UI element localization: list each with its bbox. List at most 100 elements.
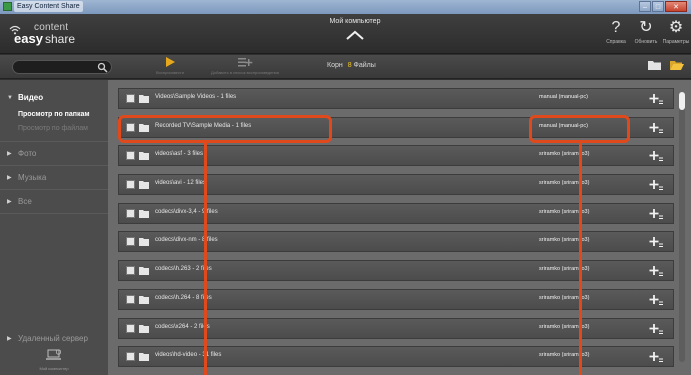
gear-icon: ⚙	[668, 19, 684, 36]
sidebar-item-label: Удаленный сервер	[18, 334, 88, 343]
folder-icon	[139, 295, 149, 304]
folder-icon	[139, 152, 149, 161]
close-button[interactable]: ✕	[665, 1, 687, 12]
add-to-playlist-icon[interactable]	[649, 179, 663, 191]
table-row[interactable]: videos\avi - 12 files sriramko (sriramko…	[118, 174, 674, 196]
add-to-playlist-icon[interactable]	[649, 93, 663, 105]
table-row[interactable]: codecs\h.263 - 2 files sriramko (sriramk…	[118, 260, 674, 282]
row-checkbox[interactable]	[126, 208, 135, 218]
refresh-label: Обновить	[634, 39, 658, 45]
row-checkbox[interactable]	[126, 266, 135, 276]
playlist-add-icon	[205, 56, 285, 70]
add-to-playlist-icon[interactable]	[649, 150, 663, 162]
location-switcher[interactable]: Мой компьютер	[300, 18, 410, 41]
window-title: Easy Content Share	[14, 1, 83, 12]
row-checkbox[interactable]	[126, 237, 135, 247]
breadcrumb-root[interactable]: Корн	[327, 62, 343, 69]
row-folder-name: videos\hd-video - 31 files	[155, 352, 222, 359]
search-icon[interactable]	[97, 62, 108, 73]
add-to-playlist-icon[interactable]	[649, 294, 663, 306]
folder-icon	[139, 324, 149, 333]
logo-easy-word: easy	[14, 31, 43, 46]
row-checkbox[interactable]	[126, 180, 135, 190]
row-checkbox[interactable]	[126, 94, 135, 103]
sidebar-item-all[interactable]: ▶ Все	[0, 190, 108, 214]
table-row[interactable]: codecs\divx-3,4 - 9 files sriramko (srir…	[118, 202, 674, 224]
sidebar-item-browse-folders[interactable]: Просмотр по папкам	[0, 108, 108, 122]
scrollbar-thumb[interactable]	[679, 92, 685, 110]
my-computer-device[interactable]: Мой компьютер	[34, 348, 74, 371]
search-input[interactable]	[12, 60, 112, 74]
collapsed-arrow-icon: ▶	[7, 175, 12, 181]
add-to-playlist-button[interactable]: Добавить в список воспроизведения	[205, 56, 285, 75]
help-label: Справка	[606, 39, 626, 45]
minimize-button[interactable]: –	[639, 1, 651, 12]
refresh-button[interactable]: ↻ Обновить	[631, 17, 661, 53]
sidebar-item-label: Видео	[18, 93, 44, 102]
sidebar: ▼ Видео Просмотр по папкам Просмотр по ф…	[0, 80, 108, 375]
table-row[interactable]: codecs\x264 - 2 files sriramko (sriramko…	[118, 317, 674, 339]
add-to-playlist-icon[interactable]	[649, 265, 663, 277]
play-label: Воспроизвести	[156, 70, 184, 75]
sidebar-item-photo[interactable]: ▶ Фото	[0, 142, 108, 166]
add-to-playlist-icon[interactable]	[649, 122, 663, 134]
app-header: content easy share Мой компьютер ? Справ…	[0, 14, 691, 54]
sidebar-item-remote-server[interactable]: ▶ Удаленный сервер	[0, 330, 108, 348]
help-icon: ?	[611, 19, 621, 36]
location-label: Мой компьютер	[329, 18, 381, 25]
row-folder-name: videos\avi - 12 files	[155, 180, 207, 187]
folder-icon	[139, 181, 149, 190]
add-to-playlist-icon[interactable]	[649, 236, 663, 248]
window-controls: – □ ✕	[639, 1, 687, 12]
computer-icon	[46, 349, 62, 360]
chevron-up-icon[interactable]	[345, 29, 365, 41]
row-checkbox[interactable]	[126, 323, 135, 333]
folder-icon[interactable]	[648, 60, 661, 70]
table-row[interactable]: videos\asf - 3 files sriramko (sriramko3…	[118, 145, 674, 167]
sidebar-item-video[interactable]: ▼ Видео	[0, 88, 108, 108]
folder-icon	[139, 267, 149, 276]
app-icon	[3, 2, 12, 11]
settings-label: Параметры	[662, 39, 690, 45]
settings-button[interactable]: ⚙ Параметры	[661, 17, 691, 53]
table-row[interactable]: codecs\h.264 - 8 files sriramko (sriramk…	[118, 288, 674, 310]
row-checkbox[interactable]	[126, 352, 135, 362]
maximize-button[interactable]: □	[652, 1, 664, 12]
play-icon	[150, 56, 190, 70]
table-row[interactable]: codecs\divx-nm - 8 files sriramko (srira…	[118, 231, 674, 253]
app-window: Easy Content Share – □ ✕ content easy sh…	[0, 0, 691, 375]
row-checkbox[interactable]	[126, 151, 135, 161]
folder-icon	[139, 95, 149, 103]
collapsed-arrow-icon: ▶	[7, 151, 12, 157]
sidebar-item-music[interactable]: ▶ Музыка	[0, 166, 108, 190]
breadcrumb: Корн 8 Файлы	[327, 62, 376, 69]
row-folder-name: Videos\Sample Videos - 1 files	[155, 94, 237, 100]
scrollbar[interactable]	[679, 92, 685, 362]
leader-line-owner	[579, 143, 582, 375]
window-titlebar: Easy Content Share – □ ✕	[0, 0, 691, 14]
table-row[interactable]: videos\hd-video - 31 files sriramko (sri…	[118, 346, 674, 368]
app-logo: content easy share	[8, 22, 88, 48]
logo-share-word: share	[45, 32, 76, 46]
add-to-playlist-icon[interactable]	[649, 323, 663, 335]
row-checkbox[interactable]	[126, 294, 135, 304]
collapsed-arrow-icon: ▶	[7, 199, 12, 205]
sidebar-item-label: Фото	[18, 149, 37, 158]
row-owner: manual (manual-pc)	[539, 94, 588, 100]
refresh-icon: ↻	[639, 19, 653, 36]
table-row[interactable]: Videos\Sample Videos - 1 files manual (m…	[118, 88, 674, 109]
add-to-playlist-icon[interactable]	[649, 208, 663, 220]
row-folder-name: codecs\divx-nm - 8 files	[155, 237, 218, 244]
expanded-arrow-icon: ▼	[7, 95, 13, 101]
row-folder-name: videos\asf - 3 files	[155, 151, 204, 158]
toolbar: Воспроизвести Добавить в список воспроиз…	[0, 55, 691, 79]
add-to-playlist-icon[interactable]	[649, 351, 663, 363]
sidebar-item-label: Музыка	[18, 173, 47, 182]
help-button[interactable]: ? Справка	[601, 17, 631, 53]
play-button[interactable]: Воспроизвести	[150, 56, 190, 75]
open-folder-icon[interactable]	[670, 60, 684, 70]
sidebar-item-browse-files[interactable]: Просмотр по файлам	[0, 122, 108, 142]
row-folder-name: codecs\x264 - 2 files	[155, 323, 210, 330]
row-folder-name: codecs\divx-3,4 - 9 files	[155, 208, 218, 215]
leader-line-folder-name	[204, 143, 207, 375]
